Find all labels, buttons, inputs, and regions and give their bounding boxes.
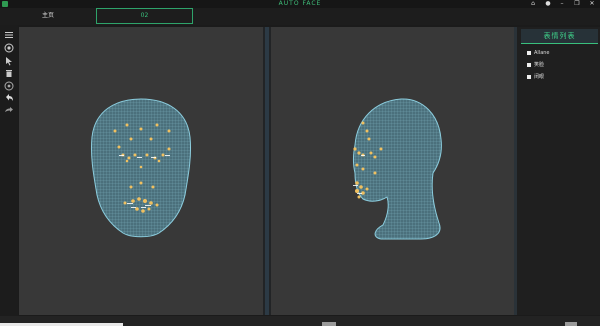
- side-view-viewport[interactable]: [271, 27, 514, 315]
- expression-label: 笑脸: [534, 62, 545, 68]
- tab-bar: 主页 02: [0, 8, 600, 25]
- user-icon[interactable]: ●: [543, 0, 553, 8]
- expression-label: 闭眼: [534, 74, 545, 80]
- tab-home[interactable]: 主页: [20, 8, 76, 24]
- checkbox[interactable]: [527, 62, 531, 67]
- app-title: AUTO FACE: [278, 0, 322, 7]
- minimize-button[interactable]: –: [557, 0, 567, 8]
- left-toolbar: [0, 25, 18, 316]
- close-button[interactable]: ✕: [587, 0, 597, 8]
- title-bar: AUTO FACE ⌂ ● – ❐ ✕: [0, 0, 600, 8]
- expression-panel-header: 表情列表: [521, 29, 598, 44]
- pointer-icon[interactable]: [3, 55, 15, 67]
- menu-icon[interactable]: [3, 29, 15, 41]
- target-icon[interactable]: [3, 42, 15, 54]
- status-indicator: [322, 322, 336, 326]
- expression-item[interactable]: 闭眼: [527, 73, 544, 81]
- checkbox[interactable]: [527, 74, 531, 79]
- maximize-button[interactable]: ❐: [572, 0, 582, 8]
- record-icon[interactable]: [3, 80, 15, 92]
- status-indicator: [565, 322, 577, 326]
- home-icon[interactable]: ⌂: [528, 0, 538, 8]
- tab-02[interactable]: 02: [96, 8, 193, 24]
- side-head-mesh: [353, 98, 442, 240]
- viewport-splitter[interactable]: [263, 27, 271, 315]
- redo-icon[interactable]: [3, 104, 15, 116]
- trash-icon[interactable]: [3, 67, 15, 79]
- front-view-viewport[interactable]: [19, 27, 263, 315]
- checkbox[interactable]: [527, 50, 531, 55]
- expression-panel: 表情列表 Allane 笑脸 闭眼: [517, 27, 600, 315]
- status-bar: [0, 316, 600, 326]
- expression-item[interactable]: Allane: [527, 49, 550, 57]
- expression-label: Allane: [534, 50, 550, 56]
- front-face-mesh: [91, 98, 191, 238]
- expression-item[interactable]: 笑脸: [527, 61, 544, 69]
- undo-icon[interactable]: [3, 92, 15, 104]
